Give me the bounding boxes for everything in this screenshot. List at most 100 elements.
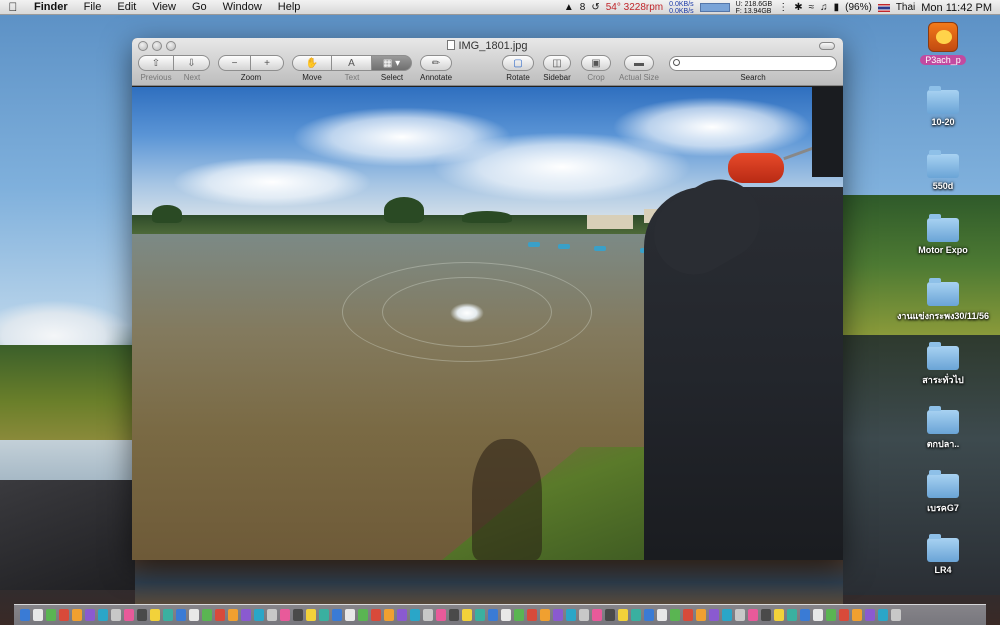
dock-app-icon[interactable]: [462, 609, 472, 621]
dock-app-icon[interactable]: [85, 609, 95, 621]
desktop-folder[interactable]: 550d: [893, 150, 993, 191]
zoom-in-button[interactable]: +: [251, 55, 284, 71]
dock-app-icon[interactable]: [33, 609, 43, 621]
dock-app-icon[interactable]: [553, 609, 563, 621]
battery-icon[interactable]: ▮: [834, 2, 840, 13]
desktop-folder[interactable]: 10-20: [893, 86, 993, 127]
dock-app-icon[interactable]: [670, 609, 680, 621]
dock-app-icon[interactable]: [852, 609, 862, 621]
adobe-status-icon[interactable]: ▲: [564, 2, 574, 13]
menu-file[interactable]: File: [76, 0, 110, 15]
dock-app-icon[interactable]: [345, 609, 355, 621]
dock-app-icon[interactable]: [839, 609, 849, 621]
dock-app-icon[interactable]: [475, 609, 485, 621]
search-input[interactable]: [669, 56, 837, 71]
dock-app-icon[interactable]: [865, 609, 875, 621]
dock-app-icon[interactable]: [59, 609, 69, 621]
select-tool-button[interactable]: ▦ ▾: [372, 55, 412, 71]
annotate-button[interactable]: ✏: [420, 55, 452, 71]
dock-app-icon[interactable]: [605, 609, 615, 621]
dock-app-icon[interactable]: [774, 609, 784, 621]
dock-app-icon[interactable]: [254, 609, 264, 621]
dock-app-icon[interactable]: [293, 609, 303, 621]
dock-app-icon[interactable]: [111, 609, 121, 621]
window-titlebar[interactable]: IMG_1801.jpg ⇧ ⇩ Previous Next − + Zoom …: [132, 38, 843, 86]
zoom-out-button[interactable]: −: [218, 55, 251, 71]
dock-app-icon[interactable]: [319, 609, 329, 621]
dock-app-icon[interactable]: [137, 609, 147, 621]
dock-app-icon[interactable]: [163, 609, 173, 621]
dock-app-icon[interactable]: [891, 609, 901, 621]
dock-app-icon[interactable]: [397, 609, 407, 621]
dock-app-icon[interactable]: [306, 609, 316, 621]
dock-app-icon[interactable]: [540, 609, 550, 621]
dock-app-icon[interactable]: [527, 609, 537, 621]
dock-app-icon[interactable]: [761, 609, 771, 621]
previous-button[interactable]: ⇧: [138, 55, 174, 71]
menu-go[interactable]: Go: [184, 0, 215, 15]
dock-app-icon[interactable]: [683, 609, 693, 621]
dock-app-icon[interactable]: [787, 609, 797, 621]
dock-app-icon[interactable]: [644, 609, 654, 621]
dock-app-icon[interactable]: [813, 609, 823, 621]
bluetooth-icon[interactable]: ✱: [794, 2, 802, 13]
text-tool-button[interactable]: A: [332, 55, 372, 71]
desktop-icon-app[interactable]: P3ach_p: [893, 22, 993, 65]
dock-app-icon[interactable]: [176, 609, 186, 621]
dock-app-icon[interactable]: [358, 609, 368, 621]
dock-app-icon[interactable]: [72, 609, 82, 621]
dock-app-icon[interactable]: [189, 609, 199, 621]
dock-app-icon[interactable]: [46, 609, 56, 621]
input-language[interactable]: Thai: [896, 2, 915, 13]
network-speed[interactable]: 0.0KB/s 0.0KB/s: [669, 1, 694, 15]
desktop-folder[interactable]: เบรคG7: [893, 470, 993, 515]
dock-app-icon[interactable]: [384, 609, 394, 621]
dock-app-icon[interactable]: [566, 609, 576, 621]
dock-app-icon[interactable]: [696, 609, 706, 621]
disk-usage[interactable]: U: 218.6GB F: 13.94GB: [736, 1, 773, 15]
dock-app-icon[interactable]: [657, 609, 667, 621]
desktop-folder[interactable]: ตกปลา..: [893, 406, 993, 451]
dock-app-icon[interactable]: [371, 609, 381, 621]
desktop-folder[interactable]: สาระทั่วไป: [893, 342, 993, 387]
dock-app-icon[interactable]: [579, 609, 589, 621]
dock-app-icon[interactable]: [592, 609, 602, 621]
dock-app-icon[interactable]: [826, 609, 836, 621]
dock-app-icon[interactable]: [423, 609, 433, 621]
menu-extra-icon[interactable]: ⋮: [778, 2, 788, 13]
dock-app-icon[interactable]: [436, 609, 446, 621]
dock-app-icon[interactable]: [228, 609, 238, 621]
time-machine-icon[interactable]: ↺: [591, 2, 599, 13]
dock-app-icon[interactable]: [514, 609, 524, 621]
dock-app-icon[interactable]: [150, 609, 160, 621]
dock-app-icon[interactable]: [332, 609, 342, 621]
dock-app-icon[interactable]: [735, 609, 745, 621]
actual-size-button[interactable]: ▬: [624, 55, 654, 71]
menu-window[interactable]: Window: [215, 0, 270, 15]
dock-app-icon[interactable]: [722, 609, 732, 621]
move-tool-button[interactable]: ✋: [292, 55, 332, 71]
dock-app-icon[interactable]: [449, 609, 459, 621]
dock-app-icon[interactable]: [618, 609, 628, 621]
dock-app-icon[interactable]: [800, 609, 810, 621]
dock-app-icon[interactable]: [709, 609, 719, 621]
dock-app-icon[interactable]: [878, 609, 888, 621]
dock-app-icon[interactable]: [501, 609, 511, 621]
menu-edit[interactable]: Edit: [109, 0, 144, 15]
dock-app-icon[interactable]: [748, 609, 758, 621]
dock-app-icon[interactable]: [280, 609, 290, 621]
menu-view[interactable]: View: [144, 0, 184, 15]
dock-app-icon[interactable]: [124, 609, 134, 621]
dock-app-icon[interactable]: [631, 609, 641, 621]
dock-app-icon[interactable]: [215, 609, 225, 621]
sidebar-button[interactable]: ◫: [543, 55, 571, 71]
volume-icon[interactable]: ♫: [820, 2, 828, 13]
temperature-readout[interactable]: 54° 3228rpm: [606, 2, 663, 13]
desktop-folder[interactable]: งานแข่งกระพง30/11/56: [893, 278, 993, 323]
menu-app-name[interactable]: Finder: [26, 0, 76, 15]
menu-clock[interactable]: Mon 11:42 PM: [921, 2, 992, 14]
photo-canvas[interactable]: [132, 87, 843, 560]
thai-flag-icon[interactable]: [877, 3, 890, 12]
dock-app-icon[interactable]: [20, 609, 30, 621]
dock-app-icon[interactable]: [267, 609, 277, 621]
